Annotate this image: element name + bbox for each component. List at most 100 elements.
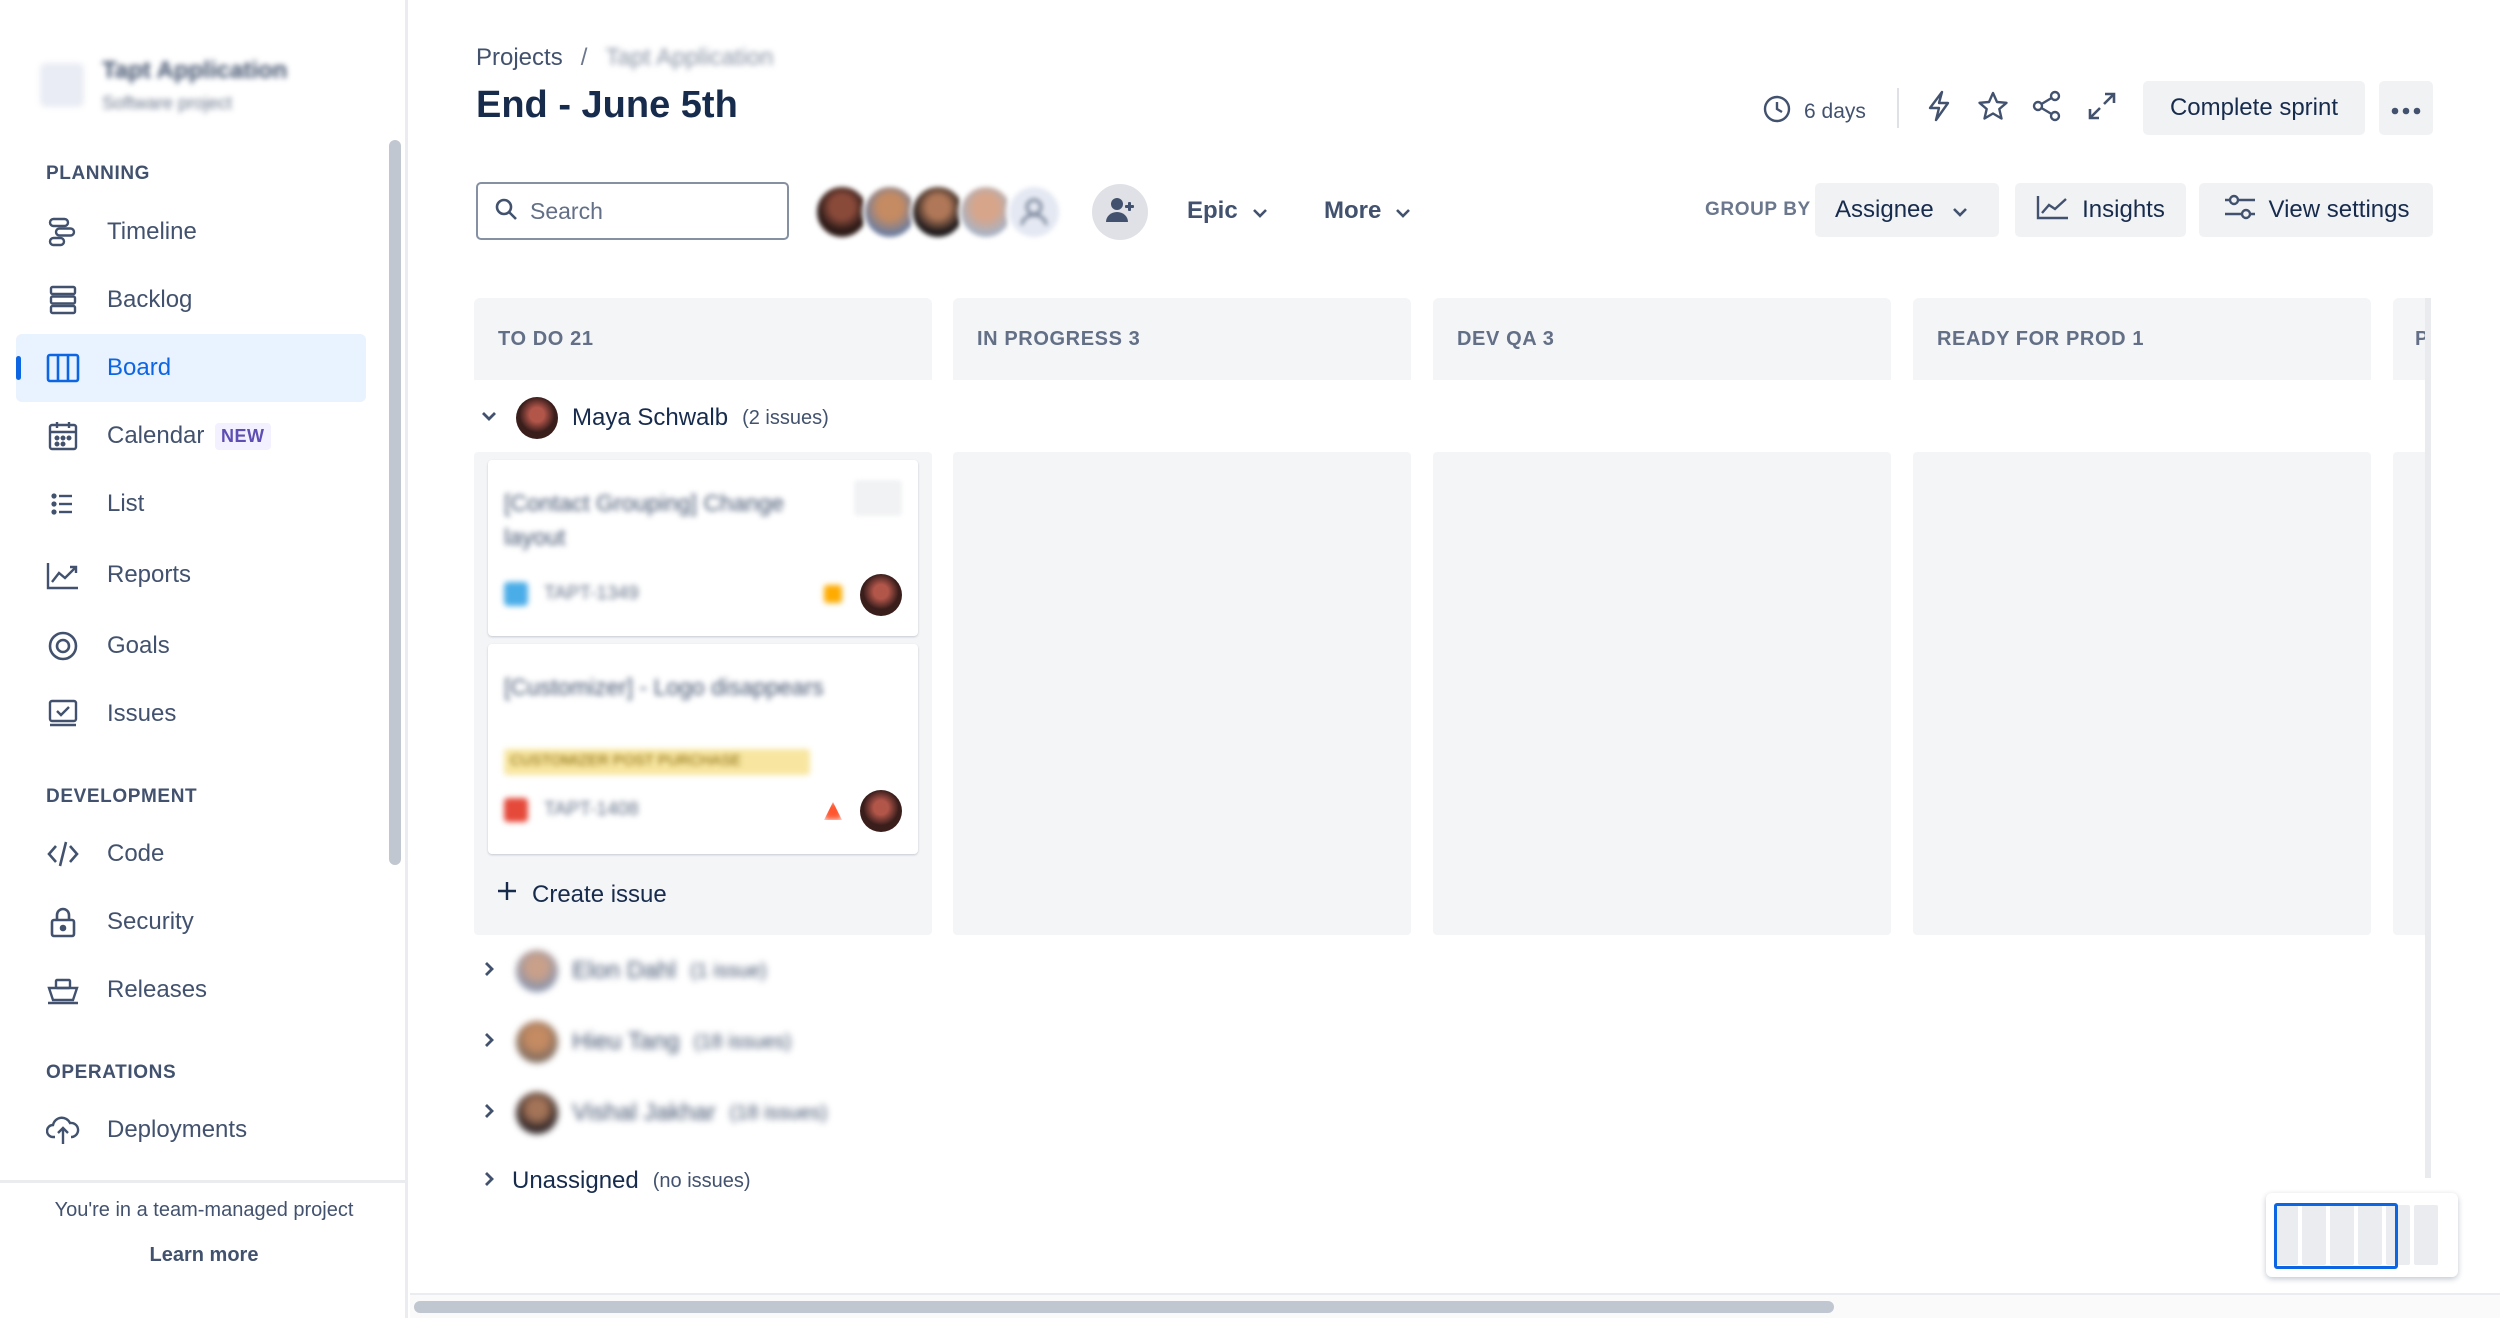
column-body-in-progress — [953, 452, 1411, 935]
issues-icon — [46, 697, 80, 731]
sidebar-item-reports[interactable]: Reports — [16, 541, 366, 609]
chevron-right-icon — [478, 1029, 500, 1056]
section-operations: OPERATIONS — [46, 1062, 177, 1083]
create-issue-label: Create issue — [532, 880, 667, 908]
avatar — [516, 950, 558, 992]
section-planning: PLANNING — [46, 163, 151, 184]
horizontal-scrollbar[interactable] — [410, 1293, 2500, 1318]
search-box[interactable] — [476, 182, 789, 240]
breadcrumb: Projects / Tapt Application — [476, 44, 774, 72]
search-icon — [494, 197, 518, 226]
sidebar-item-goals[interactable]: Goals — [16, 612, 366, 680]
sidebar-item-calendar[interactable]: Calendar NEW — [16, 402, 366, 470]
board-icon — [46, 351, 80, 385]
horizontal-scrollbar-thumb[interactable] — [414, 1301, 1834, 1313]
minimap-column — [2414, 1205, 2438, 1265]
lock-icon — [46, 905, 80, 939]
sidebar-scrollbar[interactable] — [385, 140, 403, 1180]
card-key: TAPT-1408 — [504, 798, 639, 822]
view-settings-button[interactable]: View settings — [2199, 183, 2433, 237]
swimlane-name: Unassigned — [512, 1167, 639, 1194]
complete-sprint-button[interactable]: Complete sprint — [2143, 81, 2365, 135]
sidebar-item-code[interactable]: Code — [16, 820, 366, 888]
issue-card[interactable]: [Contact Grouping] Change layout TAPT-13… — [488, 460, 918, 636]
plus-icon — [496, 880, 518, 909]
breadcrumb-projects[interactable]: Projects — [476, 44, 563, 72]
minimap-viewport[interactable] — [2274, 1203, 2398, 1269]
column-header-dev-qa[interactable]: DEV QA 3 — [1433, 298, 1891, 380]
swimlane-count: (18 issues) — [693, 1030, 792, 1053]
sidebar-item-issues[interactable]: Issues — [16, 680, 366, 748]
card-key-text: TAPT-1349 — [544, 583, 639, 604]
column-header-ready-for-prod[interactable]: READY FOR PROD 1 — [1913, 298, 2371, 380]
divider — [1897, 88, 1899, 128]
avatar — [516, 397, 558, 439]
project-header[interactable]: Tapt Application Software project — [40, 50, 287, 120]
swimlane-collapsed[interactable]: Elon Dahl (1 issue) — [478, 950, 767, 992]
card-key-text: TAPT-1408 — [544, 799, 639, 820]
project-avatar — [40, 63, 84, 107]
share-button[interactable] — [2025, 86, 2069, 130]
swimlane-maya-schwalb[interactable]: Maya Schwalb (2 issues) — [478, 397, 829, 439]
column-header-in-progress[interactable]: IN PROGRESS 3 — [953, 298, 1411, 380]
add-people-button[interactable] — [1092, 184, 1148, 240]
chevron-right-icon — [478, 1100, 500, 1127]
backlog-icon — [46, 283, 80, 317]
sidebar-item-label: Code — [107, 840, 165, 867]
share-icon — [2031, 90, 2063, 127]
star-button[interactable] — [1971, 86, 2015, 130]
fullscreen-button[interactable] — [2080, 86, 2124, 130]
column-header-todo[interactable]: TO DO 21 — [474, 298, 932, 380]
chevron-right-icon — [478, 958, 500, 985]
column-body-ready-for-prod — [1913, 452, 2371, 935]
avatar[interactable] — [860, 574, 902, 616]
sidebar-item-label: Backlog — [107, 286, 193, 313]
breadcrumb-project[interactable]: Tapt Application — [605, 44, 773, 72]
epic-dropdown[interactable]: Epic — [1187, 184, 1268, 238]
avatar[interactable] — [1006, 184, 1062, 240]
priority-icon — [824, 585, 842, 603]
board-minimap[interactable] — [2266, 1193, 2458, 1277]
swimlane-name: Maya Schwalb — [572, 404, 729, 431]
swimlane-unassigned[interactable]: Unassigned (no issues) — [478, 1167, 751, 1195]
sidebar: Tapt Application Software project PLANNI… — [0, 0, 408, 1318]
swimlane-collapsed[interactable]: Hieu Tang (18 issues) — [478, 1021, 791, 1063]
sidebar-item-list[interactable]: List — [16, 470, 366, 538]
goals-icon — [46, 629, 80, 663]
card-menu-button[interactable] — [854, 480, 902, 516]
sidebar-item-releases[interactable]: Releases — [16, 956, 366, 1024]
sidebar-item-deployments[interactable]: Deployments — [16, 1096, 366, 1164]
card-title: [Customizer] - Logo disappears — [504, 674, 824, 700]
automation-button[interactable] — [1917, 86, 1961, 130]
sidebar-item-board[interactable]: Board — [16, 334, 366, 402]
new-badge: NEW — [215, 422, 271, 450]
avatar[interactable] — [860, 790, 902, 832]
star-icon — [1977, 90, 2009, 127]
sidebar-scrollbar-thumb[interactable] — [389, 140, 401, 865]
swimlane-collapsed[interactable]: Vishal Jakhar (18 issues) — [478, 1092, 827, 1134]
more-dropdown[interactable]: More — [1324, 184, 1411, 238]
search-input[interactable] — [530, 197, 770, 225]
more-label: More — [1324, 197, 1382, 224]
learn-more-link[interactable]: Learn more — [150, 1244, 259, 1267]
chevron-right-icon — [478, 1168, 500, 1195]
insights-button[interactable]: Insights — [2015, 183, 2186, 237]
group-by-value: Assignee — [1835, 196, 1934, 223]
project-name: Tapt Application — [102, 56, 288, 84]
more-actions-button[interactable] — [2379, 81, 2433, 135]
swimlane-count: (18 issues) — [729, 1101, 828, 1124]
chevron-down-icon — [1952, 196, 1968, 224]
sidebar-item-label: Reports — [107, 561, 192, 588]
sidebar-item-backlog[interactable]: Backlog — [16, 266, 366, 334]
chevron-down-icon — [1395, 197, 1411, 225]
create-issue-button[interactable]: Create issue — [496, 880, 667, 909]
issue-card[interactable]: [Customizer] - Logo disappears CUSTOMIZE… — [488, 644, 918, 854]
sidebar-item-timeline[interactable]: Timeline — [16, 198, 366, 266]
sidebar-item-security[interactable]: Security — [16, 888, 366, 956]
group-by-select[interactable]: Assignee — [1815, 183, 1999, 237]
sprint-remaining[interactable]: 6 days — [1762, 94, 1866, 130]
insights-label: Insights — [2082, 196, 2165, 223]
sidebar-item-label: Calendar — [107, 422, 205, 449]
clock-icon — [1762, 94, 1792, 130]
task-type-icon — [504, 582, 528, 606]
